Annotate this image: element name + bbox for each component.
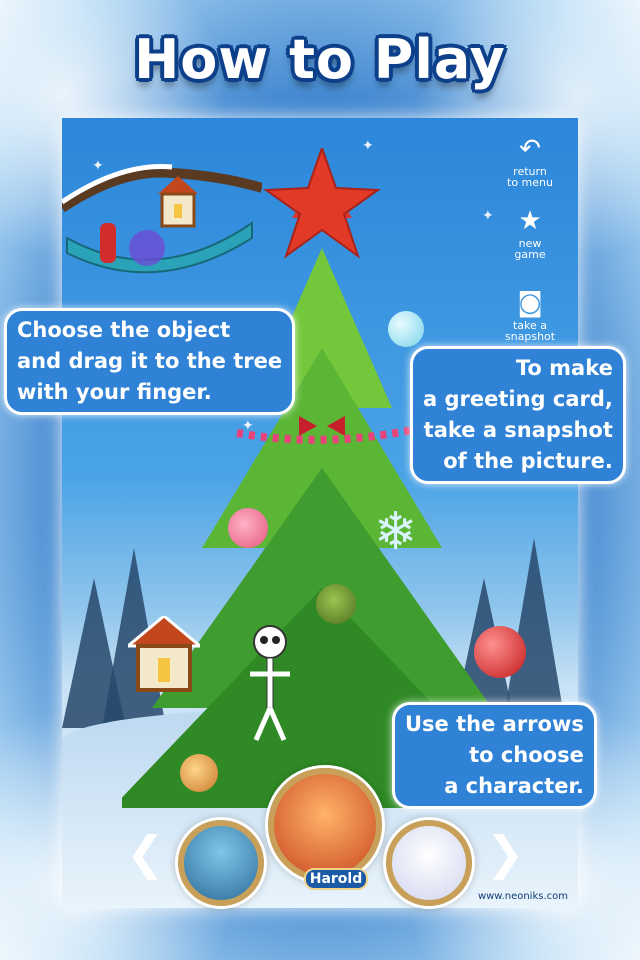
arrow-right-button[interactable]: ❯ [486, 826, 525, 880]
character-left[interactable] [178, 820, 264, 906]
medal-ornament[interactable] [180, 754, 218, 792]
arrow-left-button[interactable]: ❮ [126, 826, 165, 880]
star-icon: ★ [518, 206, 542, 236]
birdhouse-ornament[interactable] [128, 616, 200, 696]
monster-ornament[interactable] [316, 584, 356, 624]
character-right[interactable] [386, 820, 472, 906]
hint-snapshot-line-3: take a snapshot [423, 418, 613, 442]
return-label: return to menu [507, 165, 553, 189]
hint-drag: Choose the object and drag it to the tre… [4, 308, 296, 415]
hint-snapshot-line-2: a greeting card, [423, 387, 613, 411]
camera-icon: ◙ [517, 288, 543, 318]
snapshot-button[interactable]: ◙ take a snapshot [490, 290, 570, 342]
character-name-label: Harold [304, 868, 368, 890]
return-to-menu-button[interactable]: ↶ return to menu [490, 136, 570, 188]
hint-drag-line-1: Choose the object [17, 318, 231, 342]
snapshot-label: take a snapshot [504, 319, 556, 343]
copyright-text: www.neoniks.com [477, 891, 568, 902]
skeleton-ornament[interactable] [240, 624, 300, 744]
hint-arrows-line-3: a character. [444, 774, 584, 798]
new-game-label: new game [514, 237, 546, 261]
return-arrow-icon: ↶ [519, 134, 541, 164]
glass-bauble[interactable] [388, 311, 424, 347]
page-title: How to Play [134, 28, 506, 91]
character-selected[interactable] [268, 768, 382, 882]
snowflake-icon[interactable]: ❄ [374, 502, 418, 562]
hint-arrows-line-1: Use the arrows [405, 712, 584, 736]
hint-arrows-line-2: to choose [469, 743, 584, 767]
hint-drag-line-3: with your finger. [17, 380, 212, 404]
hint-snapshot: To make a greeting card, take a snapshot… [410, 346, 626, 484]
ice-cream-ornament[interactable] [228, 508, 268, 548]
new-game-button[interactable]: ★ new game [490, 208, 570, 260]
hint-snapshot-line-1: To make [515, 356, 613, 380]
hint-drag-line-2: and drag it to the tree [17, 349, 283, 373]
red-bauble[interactable] [474, 626, 526, 678]
hint-snapshot-line-4: of the picture. [443, 449, 613, 473]
hint-arrows: Use the arrows to choose a character. [392, 702, 597, 809]
tree-star-icon [263, 148, 381, 259]
